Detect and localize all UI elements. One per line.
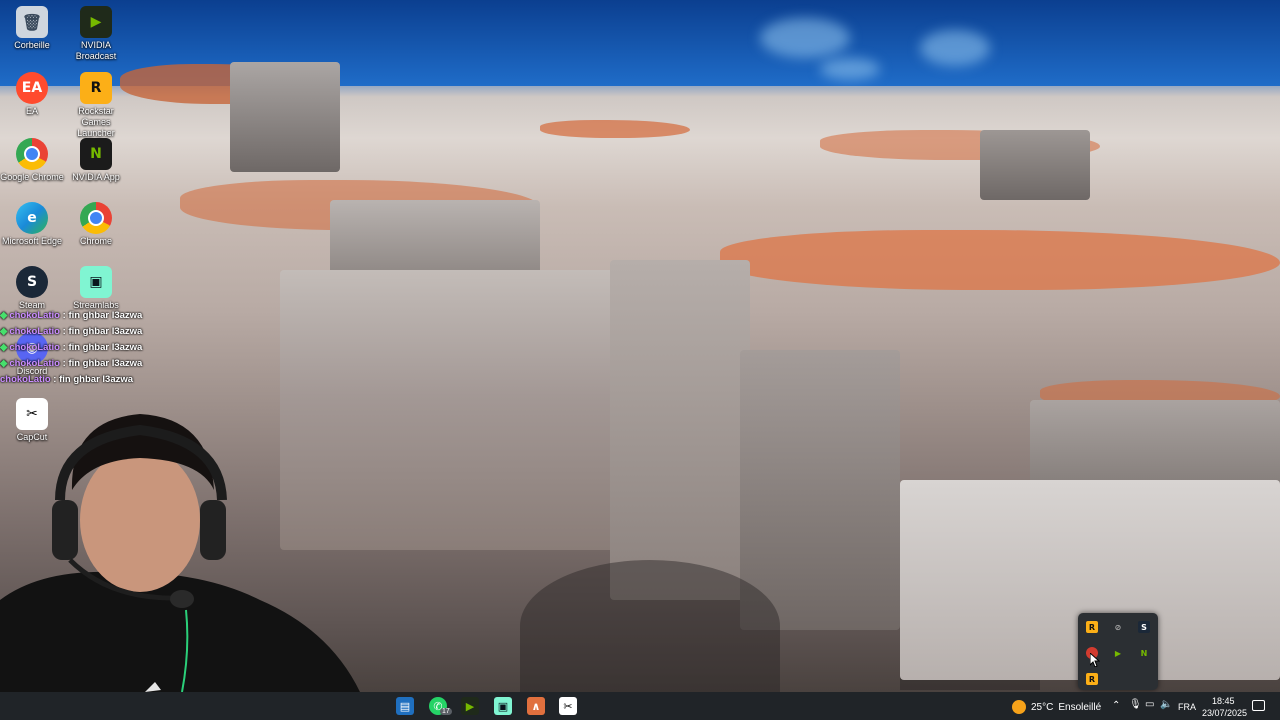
rockstar-games-icon: R xyxy=(80,72,112,104)
ea-app-icon: EA xyxy=(16,72,48,104)
chat-badge-icon: ◆ xyxy=(0,342,8,353)
microphone-icon[interactable]: 🎙 xyxy=(1129,699,1142,710)
chat-message: chokoLatio : fin ghbar l3azwa xyxy=(0,374,134,385)
weather-condition: Ensoleillé xyxy=(1058,701,1102,713)
file-explorer-icon[interactable]: ▤ xyxy=(396,697,414,715)
nvidia-broadcast-icon[interactable]: ▶ xyxy=(461,697,479,715)
streamlabs-icon: ▣ xyxy=(80,266,112,298)
nvidia-broadcast-icon: ▶ xyxy=(80,6,112,38)
streamlabs-icon[interactable]: ▣ xyxy=(494,697,512,715)
chevron-up-icon[interactable]: ⌃ xyxy=(1112,700,1120,711)
nvidia-tray-icon[interactable]: N xyxy=(1138,647,1150,659)
notification-icon[interactable] xyxy=(1252,700,1265,711)
chat-message: ◆ chokoLatio : fin ghbar l3azwa xyxy=(0,342,143,353)
stream-chat-overlay: ◆ chokoLatio : fin ghbar l3azwa ◆ chokoLat… xyxy=(0,310,165,390)
desktop-icon-rockstar[interactable]: R Rockstar Games Launcher xyxy=(64,72,128,139)
clock-time[interactable]: 18:45 xyxy=(1212,696,1235,706)
sun-icon xyxy=(1012,700,1026,714)
steam-icon: S xyxy=(16,266,48,298)
desktop-icon-steam[interactable]: S Steam xyxy=(0,266,64,311)
nvidia-broadcast-tray-icon[interactable]: ▶ xyxy=(1112,647,1124,659)
chat-message: ◆ chokoLatio : fin ghbar l3azwa xyxy=(0,358,143,369)
desktop-icon-recycle-bin[interactable]: 🗑 Corbeille xyxy=(0,6,64,51)
chrome-icon xyxy=(80,202,112,234)
chat-badge-icon: ◆ xyxy=(0,310,8,321)
accent-app-icon[interactable]: ∧ xyxy=(527,697,545,715)
weather-widget[interactable]: 25°C Ensoleillé xyxy=(1012,698,1101,716)
clock-date[interactable]: 23/07/2025 xyxy=(1202,708,1247,718)
weather-temp: 25°C xyxy=(1031,701,1054,713)
desktop-icon-edge[interactable]: e Microsoft Edge xyxy=(0,202,64,247)
language-indicator[interactable]: FRA xyxy=(1178,702,1196,712)
chat-badge-icon: ◆ xyxy=(0,326,8,337)
chrome-icon xyxy=(16,138,48,170)
nvidia-app-icon: N xyxy=(80,138,112,170)
desktop-icon-ea[interactable]: EA EA xyxy=(0,72,64,117)
desktop-icon-google-chrome[interactable]: Google Chrome xyxy=(0,138,64,183)
volume-icon[interactable]: 🔈 xyxy=(1160,699,1172,710)
webcam-overlay xyxy=(0,414,360,692)
network-off-icon[interactable]: ⊘ xyxy=(1112,621,1124,633)
desktop-icon-nvidia-app[interactable]: N NVIDIA App xyxy=(64,138,128,183)
desktop-icon-nvidia-broadcast[interactable]: ▶ NVIDIA Broadcast xyxy=(64,6,128,62)
tray-overflow-popup: R ⊘ S ▶ N R xyxy=(1078,613,1158,690)
edge-icon: e xyxy=(16,202,48,234)
steam-tray-icon[interactable]: S xyxy=(1138,621,1150,633)
chat-badge-icon: ◆ xyxy=(0,358,8,369)
chat-message: ◆ chokoLatio : fin ghbar l3azwa xyxy=(0,310,143,321)
desktop-icon-chrome[interactable]: Chrome xyxy=(64,202,128,247)
desktop-icon-streamlabs[interactable]: ▣ Streamlabs xyxy=(64,266,128,311)
whatsapp-badge: 17 xyxy=(440,708,452,715)
mouse-cursor-icon xyxy=(1090,653,1100,667)
recycle-bin-icon: 🗑 xyxy=(16,6,48,38)
rockstar-tray-icon[interactable]: R xyxy=(1086,621,1098,633)
capcut-icon[interactable]: ✂ xyxy=(559,697,577,715)
network-icon[interactable]: ▭ xyxy=(1145,699,1154,710)
rockstar-launcher-tray-icon[interactable]: R xyxy=(1086,673,1098,685)
chat-message: ◆ chokoLatio : fin ghbar l3azwa xyxy=(0,326,143,337)
